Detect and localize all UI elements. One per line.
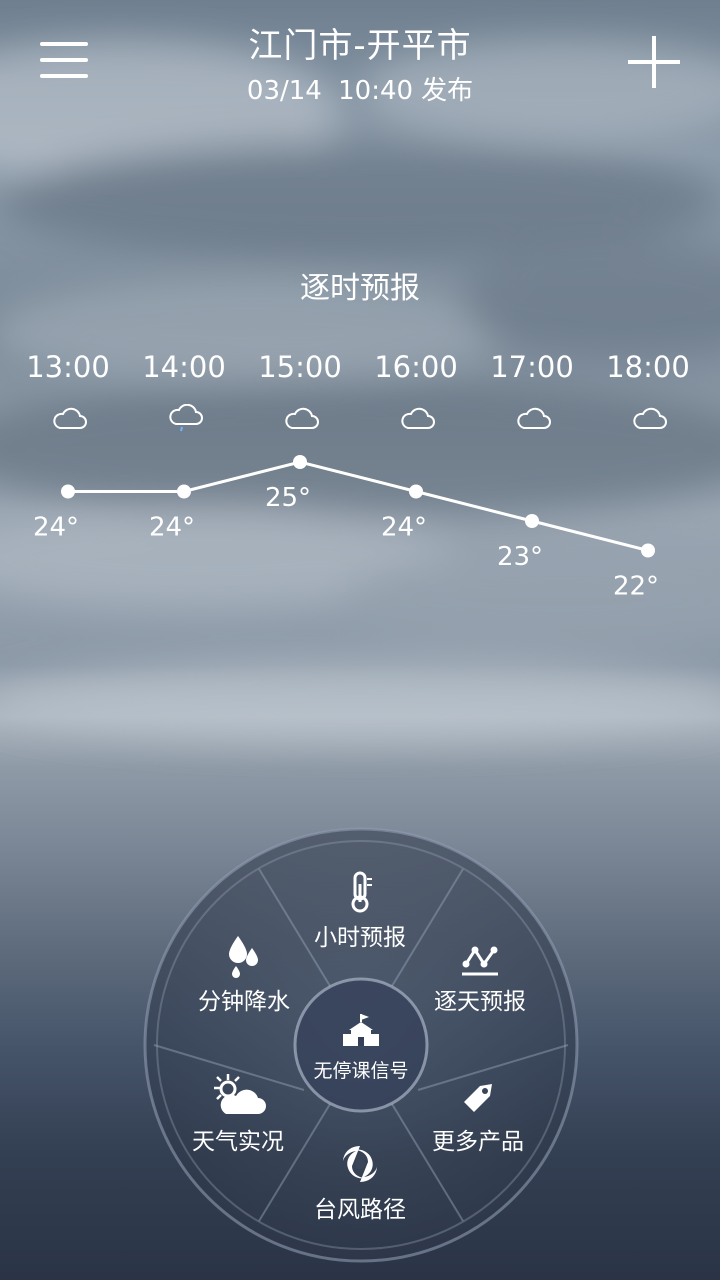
weather-observation-button[interactable]: 天气实况 (178, 1072, 298, 1156)
publish-info: 03/14 10:40 发布 (0, 70, 720, 107)
temperature-point (61, 484, 75, 499)
temperature-label: 24° (149, 513, 195, 543)
hour-time: 14:00 (142, 350, 226, 384)
temperature-chart: 24° 24° 25° 24° 23° 22° (33, 455, 659, 602)
daily-forecast-button[interactable]: 逐天预报 (420, 942, 540, 1016)
publish-time: 10:40 (338, 76, 414, 106)
city-title[interactable]: 江门市-开平市 (0, 18, 720, 67)
cloud-icon (401, 407, 435, 429)
hour-time: 15:00 (258, 350, 342, 384)
tag-icon (464, 1084, 492, 1112)
cloud-icon (517, 407, 551, 429)
hourly-forecast-label: 小时预报 (314, 925, 406, 951)
publish-date: 03/14 (246, 76, 322, 106)
temperature-label: 25° (265, 483, 311, 513)
hour-time: 13:00 (26, 350, 110, 384)
hourly-time-row: 13:00 14:00 15:00 16:00 17:00 18:00 (0, 350, 720, 390)
temperature-point (293, 455, 307, 469)
temperature-point (641, 543, 655, 558)
typhoon-path-button[interactable]: 台风路径 (298, 1142, 422, 1224)
daily-forecast-label: 逐天预报 (434, 989, 526, 1015)
temperature-point (525, 514, 539, 528)
temperature-label: 24° (381, 513, 427, 543)
hourly-forecast-title: 逐时预报 (300, 271, 420, 306)
publish-suffix: 发布 (421, 76, 474, 106)
school-suspension-signal-button[interactable]: 无停课信号 (297, 982, 425, 1110)
hour-time: 18:00 (606, 350, 690, 384)
temperature-label: 22° (613, 572, 659, 602)
cloud-icon (53, 407, 87, 429)
hour-time: 16:00 (374, 350, 458, 384)
minute-precipitation-button[interactable]: 分钟降水 (184, 934, 304, 1016)
minute-precipitation-label: 分钟降水 (198, 989, 290, 1015)
school-suspension-signal-label: 无停课信号 (313, 1060, 409, 1082)
hour-time: 17:00 (490, 350, 574, 384)
thermometer-icon (351, 871, 372, 913)
school-building-icon (343, 1014, 379, 1046)
add-city-icon[interactable] (626, 34, 682, 90)
cloud-icon (285, 407, 319, 429)
typhoon-icon (343, 1146, 377, 1182)
cloud-drizzle-icon (169, 404, 203, 432)
weather-observation-label: 天气实况 (192, 1129, 284, 1155)
temperature-point (409, 484, 423, 499)
trend-line-icon (462, 946, 498, 976)
sun-cloud-icon (214, 1074, 266, 1114)
cloud-icon (633, 407, 667, 429)
more-products-label: 更多产品 (432, 1129, 524, 1155)
temperature-label: 23° (497, 542, 543, 572)
typhoon-path-label: 台风路径 (314, 1197, 406, 1223)
temperature-point (177, 484, 191, 499)
hourly-forecast-button[interactable]: 小时预报 (300, 870, 420, 952)
more-products-button[interactable]: 更多产品 (418, 1078, 538, 1156)
raindrops-icon (229, 936, 258, 978)
temperature-label: 24° (33, 513, 79, 543)
